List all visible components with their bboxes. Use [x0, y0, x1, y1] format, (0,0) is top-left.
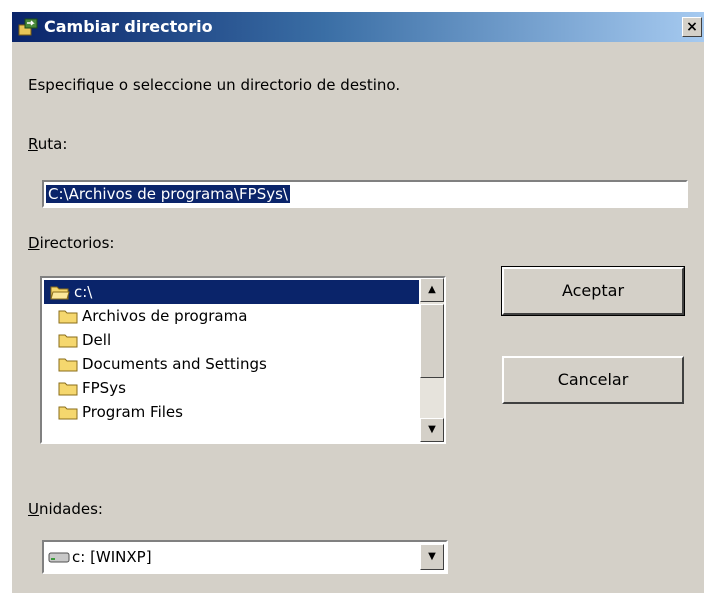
cancel-button[interactable]: Cancelar [502, 356, 684, 404]
drive-icon [48, 552, 70, 563]
chevron-down-icon: ▼ [428, 551, 436, 562]
scroll-down-button[interactable]: ▼ [420, 418, 444, 442]
folder-icon [58, 406, 78, 420]
close-button[interactable]: × [682, 17, 702, 37]
drive-select[interactable]: c: [WINXP] ▼ [42, 540, 448, 574]
folder-icon [58, 358, 78, 372]
drive-dropdown-button[interactable]: ▼ [420, 544, 444, 570]
folder-icon [58, 382, 78, 396]
title-bar[interactable]: Cambiar directorio × [12, 12, 704, 42]
directories-list[interactable]: c:\ Archivos de programa Dell Documents … [40, 276, 446, 444]
directories-scrollbar[interactable]: ▲ ▼ [420, 278, 444, 442]
list-item[interactable]: Documents and Settings [44, 352, 419, 376]
arrow-down-icon: ▼ [428, 424, 436, 435]
scroll-up-button[interactable]: ▲ [420, 278, 444, 302]
change-directory-dialog: Cambiar directorio × Especifique o selec… [12, 12, 704, 593]
arrow-up-icon: ▲ [428, 284, 436, 295]
directories-label: Directorios: [28, 234, 115, 252]
drives-label: Unidades: [28, 500, 103, 518]
path-value: C:\Archivos de programa\FPSys\ [46, 185, 290, 203]
drive-value: c: [WINXP] [72, 548, 152, 566]
path-input[interactable]: C:\Archivos de programa\FPSys\ [42, 180, 688, 208]
change-directory-icon [18, 18, 38, 36]
list-item[interactable]: Program Files [44, 400, 419, 424]
list-item[interactable]: Archivos de programa [44, 304, 419, 328]
path-label: Ruta: [28, 135, 68, 153]
accept-button[interactable]: Aceptar [501, 266, 685, 316]
instruction-text: Especifique o seleccione un directorio d… [28, 76, 401, 94]
folder-icon [58, 310, 78, 324]
folder-icon [58, 334, 78, 348]
open-folder-icon [50, 286, 70, 300]
close-icon: × [686, 19, 698, 35]
window-title: Cambiar directorio [44, 17, 213, 36]
list-item[interactable]: c:\ [44, 280, 419, 304]
list-item[interactable]: FPSys [44, 376, 419, 400]
list-item[interactable]: Dell [44, 328, 419, 352]
scroll-thumb[interactable] [420, 304, 444, 378]
